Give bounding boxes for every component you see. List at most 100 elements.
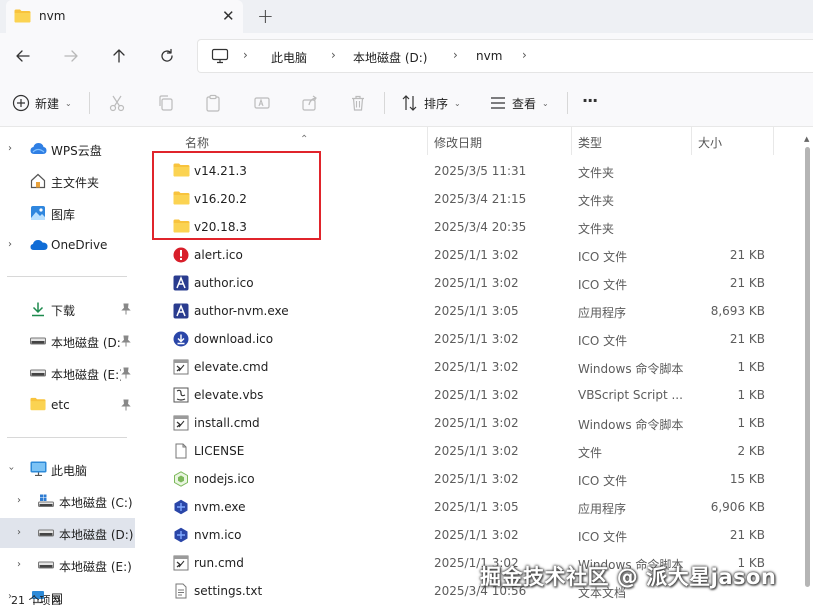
- column-separator[interactable]: [427, 127, 428, 155]
- sidebar-item-wps-cloud[interactable]: › WPS云盘: [0, 134, 135, 164]
- table-row[interactable]: install.cmd 2025/1/1 3:02 Windows 命令脚本 1 KB: [140, 409, 802, 437]
- navigation-pane: › WPS云盘 主文件夹 图库 › OneDrive 下载 本地磁盘 (D: 本…: [0, 127, 135, 605]
- back-button[interactable]: [11, 44, 35, 68]
- sidebar-item-etc[interactable]: etc: [0, 390, 135, 420]
- sidebar-item-gallery[interactable]: 图库: [0, 198, 135, 228]
- sidebar-item-drive-c[interactable]: › 本地磁盘 (C:): [0, 486, 135, 516]
- sidebar-item-onedrive[interactable]: › OneDrive: [0, 230, 135, 260]
- view-button[interactable]: 查看 ⌄: [489, 93, 549, 113]
- sidebar-item-downloads[interactable]: 下载: [0, 294, 135, 324]
- file-name: nvm.exe: [194, 500, 246, 514]
- sidebar-item-label: 下载: [51, 304, 76, 318]
- table-row[interactable]: nvm.ico 2025/1/1 3:02 ICO 文件 21 KB: [140, 521, 802, 549]
- scroll-up-arrow-icon[interactable]: ▲: [804, 135, 809, 143]
- table-row[interactable]: elevate.cmd 2025/1/1 3:02 Windows 命令脚本 1 KB: [140, 353, 802, 381]
- file-size: 15 KB: [729, 472, 765, 486]
- pin-icon[interactable]: [121, 335, 131, 350]
- table-row[interactable]: author.ico 2025/1/1 3:02 ICO 文件 21 KB: [140, 269, 802, 297]
- sort-button[interactable]: 排序 ⌄: [401, 93, 461, 113]
- breadcrumb-this-pc[interactable]: 此电脑: [271, 49, 307, 66]
- sort-up-icon: ⌃: [300, 134, 309, 145]
- chevron-right-icon[interactable]: ›: [17, 527, 21, 538]
- sidebar-item-drive-e[interactable]: › 本地磁盘 (E:): [0, 550, 135, 580]
- up-button[interactable]: [107, 44, 131, 68]
- tab-nvm[interactable]: nvm ✕: [6, 0, 243, 33]
- cmd-file-icon: [173, 359, 189, 375]
- breadcrumb-nvm[interactable]: nvm: [476, 49, 502, 63]
- windows-drive-icon: [38, 494, 54, 510]
- cut-button[interactable]: [108, 93, 126, 113]
- drive-icon: [30, 335, 46, 349]
- file-modified-date: 2025/1/1 3:05: [434, 500, 519, 514]
- sidebar-item-label: 本地磁盘 (C:): [59, 496, 133, 510]
- author-icon: [173, 275, 189, 291]
- sidebar-item-label: 此电脑: [51, 464, 88, 478]
- file-type: ICO 文件: [578, 278, 628, 292]
- copy-button[interactable]: [157, 93, 175, 113]
- toolbar-divider: [384, 92, 385, 114]
- breadcrumb-drive-d[interactable]: 本地磁盘 (D:): [353, 49, 427, 66]
- file-name: nodejs.ico: [194, 472, 255, 486]
- table-row[interactable]: download.ico 2025/1/1 3:02 ICO 文件 21 KB: [140, 325, 802, 353]
- file-type: 文件夹: [578, 222, 615, 236]
- item-count: 21 个项目: [11, 594, 62, 605]
- more-options-button[interactable]: ···: [582, 90, 598, 110]
- column-header-type[interactable]: 类型: [578, 134, 602, 151]
- pin-icon[interactable]: [121, 367, 131, 382]
- chevron-down-icon[interactable]: ›: [6, 467, 17, 471]
- vertical-scrollbar[interactable]: ▲: [802, 127, 813, 605]
- paste-button[interactable]: [204, 93, 222, 113]
- table-row[interactable]: v16.20.2 2025/3/4 21:15 文件夹: [140, 185, 802, 213]
- breadcrumb-separator: ›: [522, 48, 527, 62]
- forward-button[interactable]: [59, 44, 83, 68]
- column-separator[interactable]: [571, 127, 572, 155]
- column-header-size[interactable]: 大小: [698, 134, 722, 151]
- file-size: 21 KB: [729, 528, 765, 542]
- file-modified-date: 2025/1/1 3:02: [434, 248, 519, 262]
- refresh-button[interactable]: [155, 44, 179, 68]
- column-header-modified[interactable]: 修改日期: [434, 134, 482, 151]
- chevron-down-icon: ⌄: [454, 98, 461, 108]
- chevron-right-icon[interactable]: ›: [8, 143, 12, 154]
- table-row[interactable]: nvm.exe 2025/1/1 3:05 应用程序 6,906 KB: [140, 493, 802, 521]
- pin-icon[interactable]: [121, 303, 131, 318]
- folder-icon: [30, 397, 46, 414]
- command-bar: 新建 ⌄ 排序 ⌄ 查看 ⌄ ···: [0, 79, 813, 127]
- share-button[interactable]: [301, 93, 319, 113]
- table-row[interactable]: v20.18.3 2025/3/4 20:35 文件夹: [140, 213, 802, 241]
- sidebar-item-label: 图库: [51, 208, 76, 222]
- sidebar-item-drive-d-pinned[interactable]: 本地磁盘 (D:: [0, 326, 135, 356]
- table-row[interactable]: nodejs.ico 2025/1/1 3:02 ICO 文件 15 KB: [140, 465, 802, 493]
- column-separator[interactable]: [773, 127, 774, 155]
- table-row[interactable]: author-nvm.exe 2025/1/1 3:05 应用程序 8,693 KB: [140, 297, 802, 325]
- table-row[interactable]: LICENSE 2025/1/1 3:02 文件 2 KB: [140, 437, 802, 465]
- close-icon[interactable]: ✕: [222, 7, 235, 25]
- sidebar-item-drive-d[interactable]: › 本地磁盘 (D:): [0, 518, 135, 548]
- column-separator[interactable]: [691, 127, 692, 155]
- cmd-file-icon: [173, 555, 189, 571]
- pin-icon[interactable]: [121, 399, 131, 414]
- view-list-icon: [491, 97, 505, 109]
- rename-button[interactable]: [253, 93, 271, 113]
- scissors-icon: [109, 95, 125, 112]
- chevron-right-icon[interactable]: ›: [17, 495, 21, 506]
- new-button[interactable]: 新建 ⌄: [12, 93, 72, 113]
- column-header-name[interactable]: 名称: [185, 134, 209, 151]
- sidebar-item-drive-e-pinned[interactable]: 本地磁盘 (E:): [0, 358, 135, 388]
- toolbar-divider: [89, 92, 90, 114]
- home-icon: [30, 173, 46, 192]
- arrow-left-icon: [16, 50, 30, 62]
- address-bar[interactable]: › 此电脑 › 本地磁盘 (D:) › nvm ›: [197, 39, 813, 73]
- sidebar-item-this-pc[interactable]: › 此电脑: [0, 454, 135, 484]
- file-modified-date: 2025/3/5 11:31: [434, 164, 527, 178]
- chevron-right-icon[interactable]: ›: [17, 559, 21, 570]
- chevron-down-icon: ⌄: [65, 98, 72, 108]
- new-tab-button[interactable]: +: [257, 4, 274, 28]
- scroll-thumb[interactable]: [805, 147, 810, 587]
- table-row[interactable]: alert.ico 2025/1/1 3:02 ICO 文件 21 KB: [140, 241, 802, 269]
- table-row[interactable]: elevate.vbs 2025/1/1 3:02 VBScript Script …: [140, 381, 802, 409]
- sidebar-item-home[interactable]: 主文件夹: [0, 166, 135, 196]
- chevron-right-icon[interactable]: ›: [8, 239, 12, 250]
- table-row[interactable]: v14.21.3 2025/3/5 11:31 文件夹: [140, 157, 802, 185]
- delete-button[interactable]: [349, 93, 367, 113]
